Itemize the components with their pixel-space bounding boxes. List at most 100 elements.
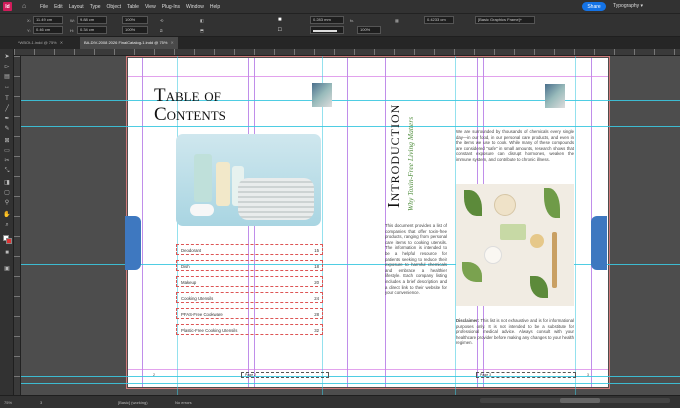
x-field[interactable]: 11.49 cm <box>33 16 63 24</box>
menu-file[interactable]: File <box>40 4 48 10</box>
bath-products-image[interactable] <box>176 134 321 226</box>
leaf-shape <box>530 276 548 298</box>
rotate-icon[interactable]: ⟲ <box>160 18 163 23</box>
vertical-ruler[interactable] <box>14 56 21 395</box>
herbs-and-skincare-image[interactable] <box>456 184 574 306</box>
menu-layout[interactable]: Layout <box>69 4 84 10</box>
fill-icon[interactable]: ■ <box>278 17 282 23</box>
gradient-tool-icon[interactable]: ◨ <box>3 179 11 187</box>
menu-edit[interactable]: Edit <box>54 4 63 10</box>
toc-entry-name: PFAS-Free Cookware <box>181 312 223 317</box>
opacity-field[interactable]: 100% <box>357 26 381 34</box>
text-wrap-icon[interactable]: ▦ <box>395 18 399 23</box>
toc-entry-name: Plastic-Free Cooking Utensils <box>181 328 238 333</box>
close-icon[interactable]: ✕ <box>170 40 173 45</box>
preflight-profile[interactable]: [Basic] (working) <box>118 400 148 405</box>
horizontal-scrollbar[interactable] <box>480 398 670 403</box>
soap-bar-shape <box>500 224 526 240</box>
tab-document-2[interactable]: BA-DIV-2008 2026 FinalCatalog-1.indd @ 7… <box>80 37 178 49</box>
h-field[interactable]: 0.34 cm <box>77 26 107 34</box>
flip-horizontal-icon[interactable]: ◧ <box>200 18 204 23</box>
w-field[interactable]: 9.88 cm <box>77 16 107 24</box>
toc-entry-page: 20 <box>314 280 319 285</box>
toc-entry[interactable]: Plastic-Free Cooking Utensils 32 <box>176 324 323 335</box>
object-style-dropdown[interactable]: [Basic Graphics Frame]+ <box>475 16 535 24</box>
introduction-title[interactable]: Introduction <box>384 104 404 208</box>
menu-window[interactable]: Window <box>186 4 204 10</box>
share-button[interactable]: Share <box>582 2 606 11</box>
pasteboard[interactable]: Table of Contents Deodorant 15 Dish 18 Mak… <box>21 56 680 395</box>
side-tab-right[interactable] <box>591 216 607 270</box>
ruler-guide[interactable] <box>21 126 680 127</box>
disclaimer-label: Disclaimer: <box>456 318 480 323</box>
stroke-weight-field[interactable]: 0.283 mm <box>310 16 344 24</box>
tab-document-1[interactable]: *WBOt-1.indd @ 75% ✕ <box>14 37 67 49</box>
preflight-status: No errors <box>175 400 192 405</box>
menu-view[interactable]: View <box>145 4 156 10</box>
flip-vertical-icon[interactable]: ⬒ <box>200 28 204 33</box>
stroke-type-dropdown[interactable] <box>310 26 344 34</box>
menu-help[interactable]: Help <box>210 4 220 10</box>
footer-frame-left[interactable]: Page 2 <box>241 372 329 378</box>
pen-tool-icon[interactable]: ✒ <box>3 115 11 123</box>
line-tool-icon[interactable]: ╱ <box>3 105 11 113</box>
workspace-switcher[interactable]: Typography ▾ <box>613 3 643 9</box>
page-tool-icon[interactable]: ▤ <box>3 73 11 81</box>
free-transform-tool-icon[interactable]: ⤡ <box>3 167 11 175</box>
menu-type[interactable]: Type <box>90 4 101 10</box>
ruler-guide[interactable] <box>21 100 680 101</box>
intro-paragraph[interactable]: We are surrounded by thousands of chemic… <box>456 129 574 163</box>
home-icon[interactable]: ⌂ <box>22 3 30 11</box>
page-field[interactable]: 3 <box>40 400 42 405</box>
close-icon[interactable]: ✕ <box>60 40 63 45</box>
gap-tool-icon[interactable]: ↔ <box>3 83 11 91</box>
screen-mode-icon[interactable]: ▣ <box>3 265 11 273</box>
zoom-tool-icon[interactable]: ⌕ <box>3 221 11 229</box>
book-cover-thumbnail[interactable] <box>312 83 332 107</box>
toc-entry[interactable]: Makeup 20 <box>176 276 323 287</box>
ruler-guide[interactable] <box>21 264 680 265</box>
pencil-tool-icon[interactable]: ✎ <box>3 125 11 133</box>
ruler-guide[interactable] <box>21 376 680 377</box>
toc-entry[interactable]: Cooking Utensils 24 <box>176 292 323 303</box>
menu-object[interactable]: Object <box>107 4 121 10</box>
reference-width-field[interactable]: 0.4233 cm <box>424 16 454 24</box>
menu-plugins[interactable]: Plug-Ins <box>162 4 180 10</box>
wooden-spoon-shape <box>552 232 557 288</box>
type-tool-icon[interactable]: T <box>3 95 11 103</box>
toc-title[interactable]: Table of Contents <box>154 86 264 124</box>
tools-panel: ➤ ▻ ▤ ↔ T ╱ ✒ ✎ ⊠ ▭ ✂ ⤡ ◨ ▢ ⚲ ✋ ⌕ ■ ▣ <box>0 49 14 395</box>
selection-tool-icon[interactable]: ➤ <box>3 53 11 61</box>
menu-table[interactable]: Table <box>127 4 139 10</box>
introduction-subtitle[interactable]: Why Toxin-Free Living Matters <box>406 117 415 211</box>
stroke-icon[interactable]: □ <box>278 27 282 33</box>
disclaimer-paragraph[interactable]: Disclaimer: This list is not exhaustive … <box>456 318 574 346</box>
footer-frame-right[interactable]: Page 3 <box>476 372 576 378</box>
scissors-tool-icon[interactable]: ✂ <box>3 157 11 165</box>
ruler-guide[interactable] <box>575 56 576 395</box>
zoom-level[interactable]: 75% <box>4 400 12 405</box>
rectangle-tool-icon[interactable]: ▭ <box>3 147 11 155</box>
eyedropper-tool-icon[interactable]: ⚲ <box>3 199 11 207</box>
toc-entry-page: 32 <box>314 328 319 333</box>
fill-stroke-swatch-icon[interactable] <box>3 235 12 244</box>
toc-entry[interactable]: Deodorant 15 <box>176 244 323 255</box>
book-cover-thumbnail[interactable] <box>545 84 565 108</box>
y-field[interactable]: 0.46 cm <box>33 26 63 34</box>
toc-entry[interactable]: PFAS-Free Cookware 28 <box>176 308 323 319</box>
side-tab-left[interactable] <box>125 216 141 270</box>
hand-tool-icon[interactable]: ✋ <box>3 211 11 219</box>
note-tool-icon[interactable]: ▢ <box>3 189 11 197</box>
toc-entry[interactable]: Dish 18 <box>176 260 323 271</box>
intro-body-paragraph[interactable]: This document provides a list of compani… <box>385 223 447 296</box>
apply-color-icon[interactable]: ■ <box>3 249 11 257</box>
scale-w-field[interactable]: 100% <box>122 16 148 24</box>
fx-icon[interactable]: fx. <box>350 18 354 23</box>
rectangle-frame-tool-icon[interactable]: ⊠ <box>3 137 11 145</box>
page-number-left: 2 <box>153 373 155 377</box>
horizontal-ruler[interactable] <box>14 49 680 56</box>
ruler-guide[interactable] <box>21 383 680 384</box>
shear-icon[interactable]: ⧄ <box>160 28 163 33</box>
direct-selection-tool-icon[interactable]: ▻ <box>3 63 11 71</box>
scale-h-field[interactable]: 100% <box>122 26 148 34</box>
